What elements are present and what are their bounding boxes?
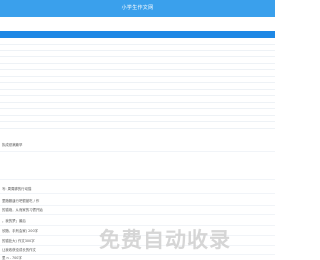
divider — [0, 50, 275, 51]
divider — [0, 179, 275, 180]
list-item[interactable]: 写: 周周脚的行动猫 — [2, 187, 31, 191]
divider — [0, 254, 275, 255]
divider — [0, 115, 275, 116]
divider — [0, 205, 275, 206]
list-item[interactable]: 里 n - 700字 — [2, 256, 22, 260]
divider — [0, 76, 275, 77]
divider — [0, 193, 275, 194]
divider — [0, 44, 275, 45]
divider — [0, 89, 275, 90]
divider — [0, 63, 275, 64]
watermark-text: 免费自动收录 — [99, 228, 231, 252]
divider — [0, 214, 275, 215]
navigation-bar — [0, 31, 275, 38]
divider — [0, 82, 275, 83]
list-item[interactable]: 的猫处大) 作文300字 — [2, 239, 35, 243]
divider — [0, 69, 275, 70]
watermark-dot — [101, 233, 104, 236]
site-title[interactable]: 小学生作文网 — [0, 4, 275, 11]
list-item[interactable]: 的猫炮，从而家的习惯开始 — [2, 208, 43, 212]
list-item[interactable]: 让我收获没成长的作文 — [2, 248, 36, 252]
divider — [0, 128, 275, 129]
list-item[interactable]: 。我的梦」最后 — [2, 219, 26, 223]
divider — [0, 225, 275, 226]
divider — [0, 95, 275, 96]
divider — [0, 102, 275, 103]
list-item[interactable]: 欣随，手刑会家) 200字 — [2, 229, 38, 233]
divider — [0, 121, 275, 122]
list-item[interactable]: 执成绩满篇罕 — [2, 143, 22, 147]
list-item[interactable]: 里随服逢行吧很被吃 / 作 — [2, 199, 39, 203]
divider — [0, 56, 275, 57]
divider — [0, 151, 275, 152]
divider — [0, 108, 275, 109]
top-header-bar: 小学生作文网 — [0, 0, 275, 17]
